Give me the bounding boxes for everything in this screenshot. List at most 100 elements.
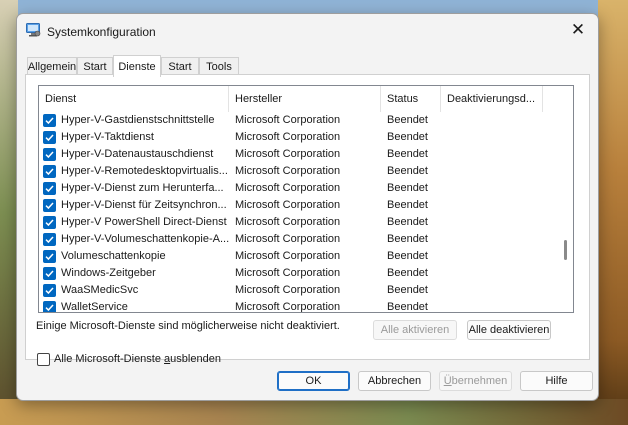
service-name-cell: WaaSMedicSvc bbox=[61, 284, 139, 296]
vendor-cell: Microsoft Corporation bbox=[235, 131, 341, 143]
disabled-date-cell bbox=[447, 299, 543, 312]
msconfig-app-icon bbox=[26, 23, 41, 37]
list-header: Dienst Hersteller Status Deaktivierungsd… bbox=[39, 86, 573, 112]
checkmark-icon bbox=[45, 168, 54, 176]
status-cell: Beendet bbox=[387, 233, 428, 245]
apply-button[interactable]: Übernehmen bbox=[439, 371, 512, 391]
service-checkbox[interactable] bbox=[43, 199, 56, 212]
status-cell: Beendet bbox=[387, 131, 428, 143]
service-checkbox[interactable] bbox=[43, 267, 56, 280]
services-tab-panel: Dienst Hersteller Status Deaktivierungsd… bbox=[25, 74, 590, 366]
vendor-cell: Microsoft Corporation bbox=[235, 165, 341, 177]
vendor-cell: Microsoft Corporation bbox=[235, 148, 341, 160]
tab-dienste[interactable]: Dienste bbox=[113, 55, 161, 77]
window-title: Systemkonfiguration bbox=[47, 25, 156, 39]
vendor-cell: Microsoft Corporation bbox=[235, 199, 341, 211]
disable-all-button[interactable]: Alle deaktivieren bbox=[467, 320, 551, 340]
table-row[interactable]: WaaSMedicSvc Microsoft Corporation Beendet bbox=[39, 282, 549, 299]
table-row[interactable]: Hyper-V-Volumeschattenkopie-A... Microsof… bbox=[39, 231, 549, 248]
status-cell: Beendet bbox=[387, 284, 428, 296]
desktop-wallpaper-bottom bbox=[0, 399, 628, 425]
service-checkbox[interactable] bbox=[43, 284, 56, 297]
disabled-date-cell bbox=[447, 112, 543, 129]
status-cell: Beendet bbox=[387, 250, 428, 262]
info-note: Einige Microsoft-Dienste sind möglicherw… bbox=[36, 320, 340, 332]
column-header-deaktivierungsdatum[interactable]: Deaktivierungsd... bbox=[441, 86, 543, 112]
checkmark-icon bbox=[45, 253, 54, 261]
service-checkbox[interactable] bbox=[43, 233, 56, 246]
table-row[interactable]: Hyper-V-Datenaustauschdienst Microsoft Co… bbox=[39, 146, 549, 163]
checkmark-icon bbox=[45, 134, 54, 142]
vendor-cell: Microsoft Corporation bbox=[235, 301, 341, 313]
checkmark-icon bbox=[45, 270, 54, 278]
table-row[interactable]: Hyper-V-Taktdienst Microsoft Corporation B… bbox=[39, 129, 549, 146]
disabled-date-cell bbox=[447, 265, 543, 282]
table-row[interactable]: Volumeschattenkopie Microsoft Corporation… bbox=[39, 248, 549, 265]
service-checkbox[interactable] bbox=[43, 148, 56, 161]
checkmark-icon bbox=[45, 117, 54, 125]
column-header-dienst[interactable]: Dienst bbox=[39, 86, 229, 112]
checkmark-icon bbox=[45, 151, 54, 159]
status-cell: Beendet bbox=[387, 114, 428, 126]
ok-button[interactable]: OK bbox=[277, 371, 350, 391]
disabled-date-cell bbox=[447, 197, 543, 214]
vendor-cell: Microsoft Corporation bbox=[235, 182, 341, 194]
vendor-cell: Microsoft Corporation bbox=[235, 114, 341, 126]
checkmark-icon bbox=[45, 304, 54, 312]
table-row[interactable]: Hyper-V PowerShell Direct-Dienst Microsof… bbox=[39, 214, 549, 231]
scrollbar-thumb[interactable] bbox=[564, 240, 567, 260]
column-header-status[interactable]: Status bbox=[381, 86, 441, 112]
service-name-cell: Hyper-V-Taktdienst bbox=[61, 131, 154, 143]
service-checkbox[interactable] bbox=[43, 114, 56, 127]
status-cell: Beendet bbox=[387, 301, 428, 313]
system-configuration-window: Systemkonfiguration ✕ Allgemein Start Di… bbox=[16, 13, 599, 401]
cancel-button[interactable]: Abbrechen bbox=[358, 371, 431, 391]
disabled-date-cell bbox=[447, 163, 543, 180]
titlebar: Systemkonfiguration ✕ bbox=[17, 14, 598, 50]
status-cell: Beendet bbox=[387, 267, 428, 279]
service-name-cell: Hyper-V-Remotedesktopvirtualis... bbox=[61, 165, 228, 177]
help-button[interactable]: Hilfe bbox=[520, 371, 593, 391]
disabled-date-cell bbox=[447, 214, 543, 231]
service-name-cell: Hyper-V PowerShell Direct-Dienst bbox=[61, 216, 227, 228]
enable-all-button[interactable]: Alle aktivieren bbox=[373, 320, 457, 340]
vendor-cell: Microsoft Corporation bbox=[235, 216, 341, 228]
checkmark-icon bbox=[45, 219, 54, 227]
vertical-scrollbar[interactable] bbox=[557, 112, 573, 312]
table-row[interactable]: Windows-Zeitgeber Microsoft Corporation Be… bbox=[39, 265, 549, 282]
service-name-cell: Volumeschattenkopie bbox=[61, 250, 166, 262]
status-cell: Beendet bbox=[387, 165, 428, 177]
service-checkbox[interactable] bbox=[43, 250, 56, 263]
service-checkbox[interactable] bbox=[43, 301, 56, 312]
service-name-cell: Hyper-V-Gastdienstschnittstelle bbox=[61, 114, 215, 126]
service-checkbox[interactable] bbox=[43, 182, 56, 195]
service-name-cell: WalletService bbox=[61, 301, 128, 313]
column-header-hersteller[interactable]: Hersteller bbox=[229, 86, 381, 112]
table-row[interactable]: Hyper-V-Gastdienstschnittstelle Microsoft… bbox=[39, 112, 549, 129]
disabled-date-cell bbox=[447, 146, 543, 163]
service-checkbox[interactable] bbox=[43, 216, 56, 229]
vendor-cell: Microsoft Corporation bbox=[235, 284, 341, 296]
service-checkbox[interactable] bbox=[43, 131, 56, 144]
hide-microsoft-services-checkbox[interactable] bbox=[37, 353, 50, 366]
disabled-date-cell bbox=[447, 180, 543, 197]
status-cell: Beendet bbox=[387, 148, 428, 160]
checkmark-icon bbox=[45, 236, 54, 244]
table-row[interactable]: Hyper-V-Remotedesktopvirtualis... Microso… bbox=[39, 163, 549, 180]
checkmark-icon bbox=[45, 185, 54, 193]
status-cell: Beendet bbox=[387, 216, 428, 228]
disabled-date-cell bbox=[447, 282, 543, 299]
service-checkbox[interactable] bbox=[43, 165, 56, 178]
disabled-date-cell bbox=[447, 248, 543, 265]
status-cell: Beendet bbox=[387, 199, 428, 211]
table-row[interactable]: Hyper-V-Dienst zum Herunterfa... Microsof… bbox=[39, 180, 549, 197]
close-icon: ✕ bbox=[570, 20, 586, 39]
table-row[interactable]: WalletService Microsoft Corporation Beende… bbox=[39, 299, 549, 313]
services-list[interactable]: Dienst Hersteller Status Deaktivierungsd… bbox=[38, 85, 574, 313]
vendor-cell: Microsoft Corporation bbox=[235, 250, 341, 262]
checkmark-icon bbox=[45, 202, 54, 210]
table-row[interactable]: Hyper-V-Dienst für Zeitsynchron... Micros… bbox=[39, 197, 549, 214]
service-name-cell: Hyper-V-Datenaustauschdienst bbox=[61, 148, 214, 160]
hide-microsoft-services-label[interactable]: Alle Microsoft-Dienste ausblenden bbox=[54, 353, 221, 365]
close-button[interactable]: ✕ bbox=[558, 14, 598, 46]
